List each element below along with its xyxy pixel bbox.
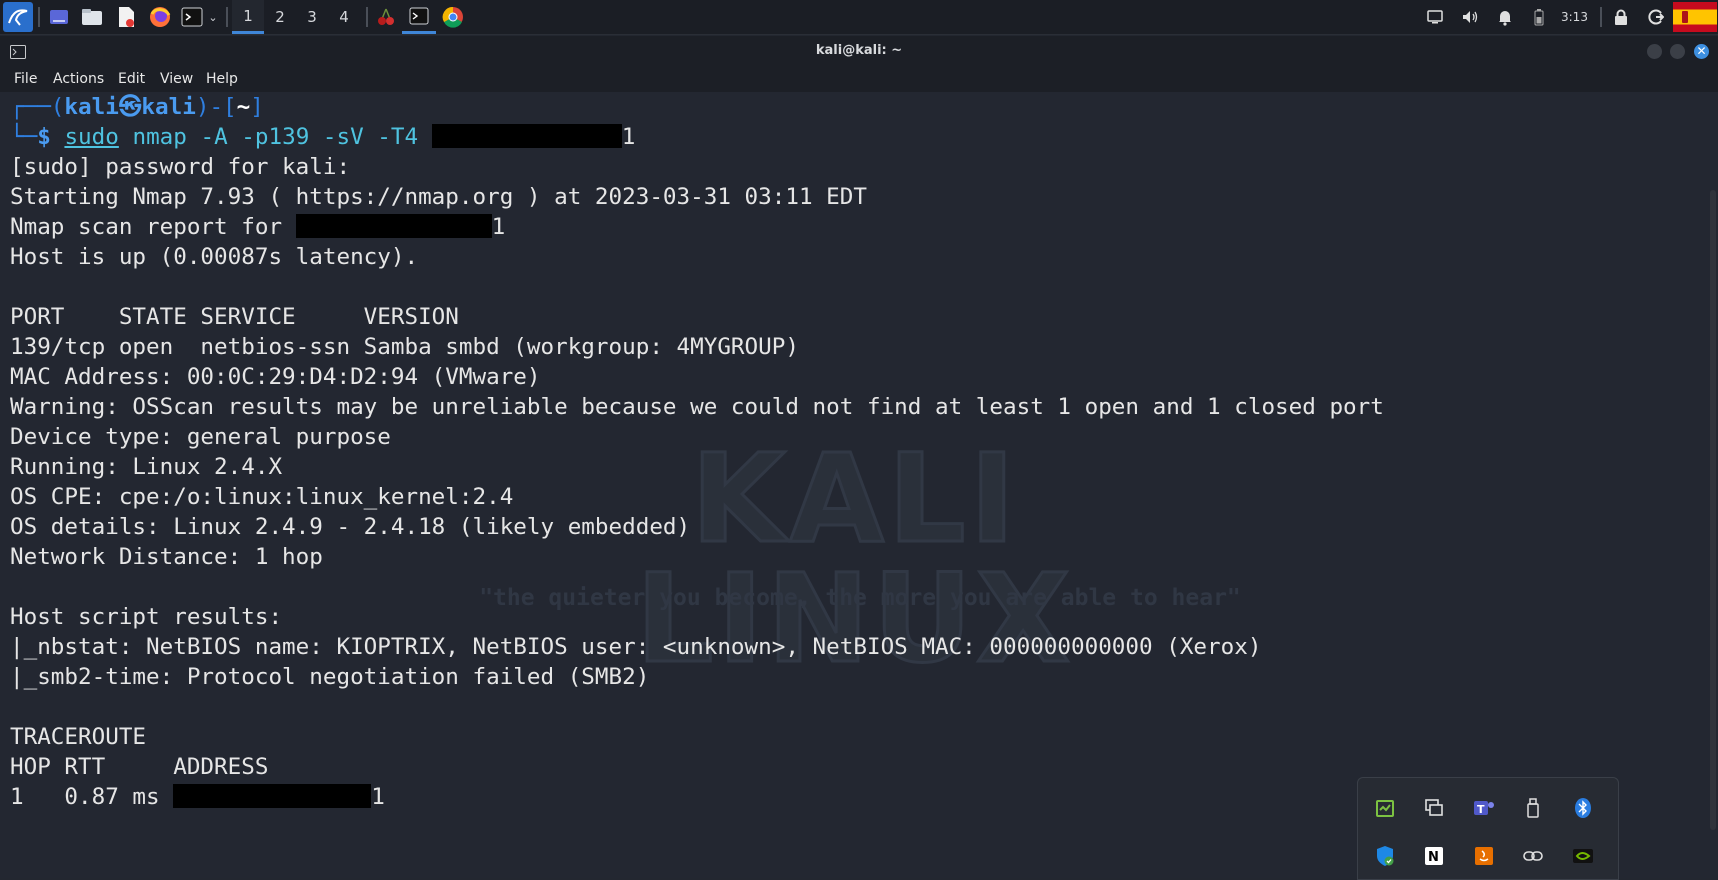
text-editor-icon[interactable] xyxy=(114,5,138,29)
chrome-icon[interactable] xyxy=(441,5,465,29)
redacted-ip xyxy=(173,784,372,808)
prompt-box-top: ┌──( xyxy=(10,94,65,120)
prompt-header: ┌──(kali㉿kali)-[~] xyxy=(10,92,264,122)
file-manager-icon[interactable] xyxy=(80,5,104,29)
prompt-close: ] xyxy=(250,94,264,120)
prompt-directory: ~ xyxy=(236,94,251,120)
output-line: Running: Linux 2.4.X xyxy=(10,454,283,480)
maximize-button[interactable] xyxy=(1670,44,1685,59)
keyboard-layout-flag-icon[interactable] xyxy=(1673,2,1717,32)
output-text: 1 0.87 ms xyxy=(10,784,174,810)
firefox-icon[interactable] xyxy=(148,5,172,29)
taskbar: ⌄ 1 2 3 4 3:13 xyxy=(0,0,1718,35)
output-line-report: Nmap scan report for 1 xyxy=(10,212,505,242)
command-args: nmap -A -p139 -sV -T4 xyxy=(118,124,432,150)
volume-icon[interactable] xyxy=(1459,5,1481,29)
menu-view[interactable]: View xyxy=(160,66,193,92)
prompt-user-host: kali㉿kali xyxy=(64,94,196,120)
minimize-button[interactable] xyxy=(1647,44,1662,59)
system-tray-popup: T N xyxy=(1357,777,1619,880)
terminal-scrollbar[interactable] xyxy=(1710,190,1716,830)
menu-bar: File Actions Edit View Help xyxy=(0,66,1718,92)
report-ip-tail: 1 xyxy=(491,214,506,240)
output-line: OS details: Linux 2.4.9 - 2.4.18 (likely… xyxy=(10,514,691,540)
wallpaper-tagline: "the quieter you become, the more you ar… xyxy=(479,585,1241,611)
nvidia-icon[interactable] xyxy=(1572,845,1594,867)
logout-icon[interactable] xyxy=(1645,5,1667,29)
prompt-box-bottom: └─ xyxy=(10,124,38,150)
security-shield-icon[interactable] xyxy=(1374,845,1396,867)
workspace-3[interactable]: 3 xyxy=(296,0,328,34)
usb-drive-icon[interactable] xyxy=(1522,797,1544,819)
workspace-1[interactable]: 1 xyxy=(232,0,264,34)
show-desktop-icon[interactable] xyxy=(47,5,71,29)
kali-menu-icon[interactable] xyxy=(3,2,33,32)
trace-ip-tail: 1 xyxy=(371,784,385,810)
output-line: Starting Nmap 7.93 ( https://nmap.org ) … xyxy=(10,184,867,210)
output-line: PORT STATE SERVICE VERSION xyxy=(10,304,459,330)
svg-text:T: T xyxy=(1477,803,1485,816)
lock-icon[interactable] xyxy=(1610,5,1632,29)
command-sudo: sudo xyxy=(64,124,119,150)
window-title: kali@kali: ~ xyxy=(815,43,903,58)
window-titlebar[interactable]: kali@kali: ~ ✕ xyxy=(0,36,1718,66)
battery-icon xyxy=(1528,5,1550,29)
screen-share-icon[interactable] xyxy=(1423,797,1445,819)
chevron-down-icon[interactable]: ⌄ xyxy=(205,5,221,29)
output-line: OS CPE: cpe:/o:linux:linux_kernel:2.4 xyxy=(10,484,514,510)
bluetooth-icon[interactable] xyxy=(1572,797,1594,819)
output-line: MAC Address: 00:0C:29:D4:D2:94 (VMware) xyxy=(10,364,541,390)
menu-edit[interactable]: Edit xyxy=(118,66,145,92)
output-line: Host is up (0.00087s latency). xyxy=(10,244,419,270)
clipboard-icon[interactable] xyxy=(1374,797,1396,819)
command-ip-tail: 1 xyxy=(621,124,636,150)
workspace-4[interactable]: 4 xyxy=(328,0,360,34)
java-icon[interactable] xyxy=(1473,845,1495,867)
output-text: Nmap scan report for xyxy=(10,214,296,240)
output-line: Device type: general purpose xyxy=(10,424,391,450)
output-line: HOP RTT ADDRESS xyxy=(10,754,269,780)
output-line: Network Distance: 1 hop xyxy=(10,544,323,570)
output-line: |_smb2-time: Protocol negotiation failed… xyxy=(10,664,650,690)
redacted-ip xyxy=(431,124,622,148)
redacted-ip xyxy=(295,214,492,238)
prompt-sign: $ xyxy=(37,124,65,150)
terminal-taskbar-button[interactable] xyxy=(402,0,436,34)
command-line: └─$ sudo nmap -A -p139 -sV -T4 1 xyxy=(10,122,635,152)
menu-actions[interactable]: Actions xyxy=(53,66,104,92)
terminal-icon[interactable] xyxy=(180,5,204,29)
close-button[interactable]: ✕ xyxy=(1694,44,1709,59)
output-line: Warning: OSScan results may be unreliabl… xyxy=(10,394,1384,420)
terminal-output[interactable]: KALI LINUX "the quieter you become, the … xyxy=(0,92,1718,878)
display-icon[interactable] xyxy=(1424,5,1446,29)
teams-icon[interactable]: T xyxy=(1473,797,1495,819)
output-line: |_nbstat: NetBIOS name: KIOPTRIX, NetBIO… xyxy=(10,634,1262,660)
notion-icon[interactable]: N xyxy=(1423,845,1445,867)
output-line-trace: 1 0.87 ms 1 xyxy=(10,782,385,812)
output-line: Host script results: xyxy=(10,604,283,630)
notification-bell-icon[interactable] xyxy=(1494,5,1516,29)
output-line: 139/tcp open netbios-ssn Samba smbd (wor… xyxy=(10,334,799,360)
svg-text:N: N xyxy=(1428,850,1439,865)
menu-file[interactable]: File xyxy=(14,66,37,92)
link-icon[interactable] xyxy=(1522,845,1544,867)
workspace-2[interactable]: 2 xyxy=(264,0,296,34)
prompt-separator: )-[ xyxy=(195,94,237,120)
cherrytree-icon[interactable] xyxy=(374,5,398,29)
output-line: TRACEROUTE xyxy=(10,724,147,750)
menu-help[interactable]: Help xyxy=(206,66,238,92)
output-line: [sudo] password for kali: xyxy=(10,154,351,180)
clock[interactable]: 3:13 xyxy=(1561,0,1588,34)
